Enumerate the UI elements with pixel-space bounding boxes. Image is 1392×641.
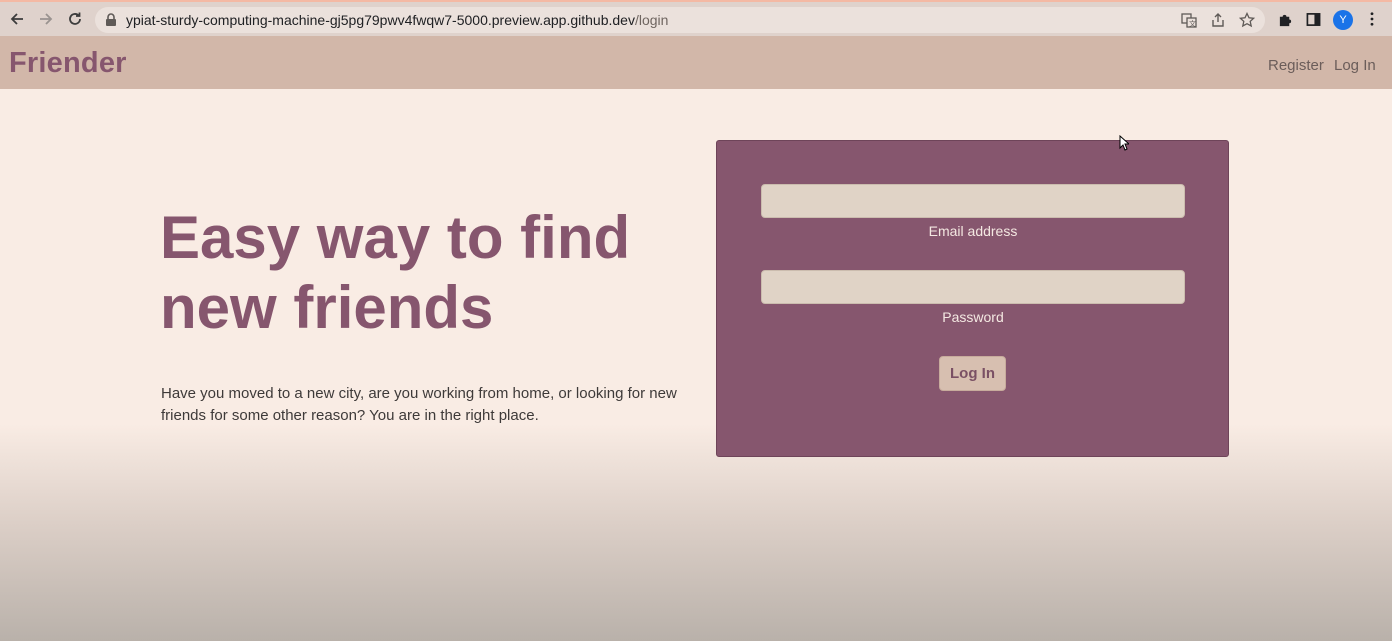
translate-icon[interactable]: 文 <box>1180 11 1197 28</box>
share-icon[interactable] <box>1209 11 1226 28</box>
profile-avatar[interactable]: Y <box>1333 10 1353 30</box>
back-arrow-icon[interactable] <box>7 9 27 29</box>
site-navbar: Friender Register Log In <box>0 36 1392 89</box>
more-menu-icon[interactable] <box>1363 9 1380 29</box>
url-host: ypiat-sturdy-computing-machine-gj5pg79pw… <box>126 12 635 28</box>
login-submit-button[interactable]: Log In <box>939 356 1006 391</box>
login-form: Email address Password Log In <box>716 140 1229 457</box>
brand-logo-link[interactable]: Friender <box>9 47 127 80</box>
hero-title: Easy way to find new friends <box>160 204 631 341</box>
main-content: Easy way to find new friends Have you mo… <box>0 89 1392 641</box>
email-label: Email address <box>928 223 1018 239</box>
nav-login-link[interactable]: Log In <box>1334 57 1376 74</box>
address-bar[interactable]: ypiat-sturdy-computing-machine-gj5pg79pw… <box>95 7 1265 33</box>
reload-icon[interactable] <box>65 9 85 29</box>
mouse-cursor-icon <box>1119 135 1129 151</box>
bookmark-star-icon[interactable] <box>1238 11 1255 28</box>
email-input[interactable] <box>761 184 1185 218</box>
svg-text:文: 文 <box>1189 19 1196 28</box>
password-input[interactable] <box>761 270 1185 304</box>
side-panel-icon[interactable] <box>1305 9 1322 29</box>
forward-arrow-icon[interactable] <box>36 9 56 29</box>
lock-icon <box>106 13 116 26</box>
nav-register-link[interactable]: Register <box>1268 57 1324 74</box>
extensions-puzzle-icon[interactable] <box>1277 9 1294 29</box>
browser-toolbar: ypiat-sturdy-computing-machine-gj5pg79pw… <box>0 0 1392 36</box>
password-label: Password <box>942 309 1004 325</box>
url-text: ypiat-sturdy-computing-machine-gj5pg79pw… <box>126 12 668 28</box>
url-path: /login <box>634 12 669 28</box>
hero-description: Have you moved to a new city, are you wo… <box>161 385 677 424</box>
